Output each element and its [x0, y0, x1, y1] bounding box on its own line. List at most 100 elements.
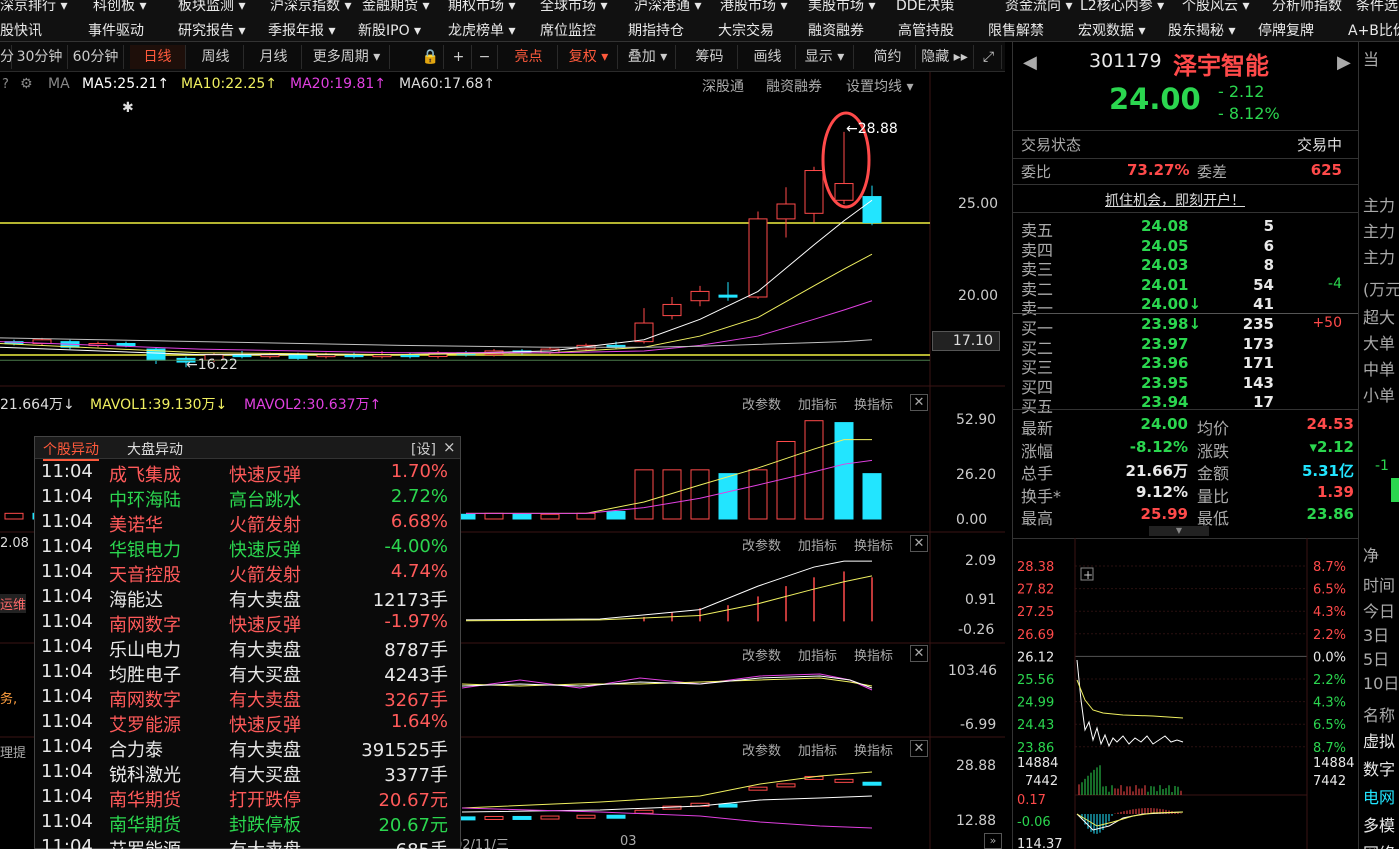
- menu-item[interactable]: 科创板 ▾: [93, 0, 146, 15]
- panel-button[interactable]: 改参数: [742, 645, 781, 664]
- alert-row[interactable]: 11:04 南华期货 打开跌停 20.67元: [35, 786, 460, 811]
- next-stock-icon[interactable]: ▶: [1337, 52, 1351, 73]
- menu-item[interactable]: 股东揭秘 ▾: [1168, 20, 1235, 40]
- panel-button[interactable]: 换指标: [854, 535, 893, 554]
- menu-item[interactable]: 条件选: [1356, 0, 1398, 15]
- toolbar-button[interactable]: 简约: [860, 45, 916, 69]
- menu-item[interactable]: DDE决策: [896, 0, 954, 15]
- toolbar-button[interactable]: 叠加 ▾: [620, 45, 676, 69]
- toolbar-button[interactable]: 分: [0, 45, 14, 69]
- menu-item[interactable]: 沪深港通 ▾: [634, 0, 701, 15]
- panel-button[interactable]: 改参数: [742, 535, 781, 554]
- menu-item[interactable]: 停牌复牌: [1258, 20, 1314, 40]
- orderbook-row[interactable]: 买二 23.97 173: [1013, 335, 1358, 358]
- menu-item[interactable]: 高管持股: [898, 20, 954, 40]
- toolbar-button[interactable]: 画线: [740, 45, 796, 69]
- menu-item[interactable]: 个股风云 ▾: [1182, 0, 1249, 15]
- panel-button[interactable]: 加指标: [798, 535, 837, 554]
- menu-item[interactable]: 沪深京指数 ▾: [270, 0, 351, 15]
- menu-item[interactable]: 板块监测 ▾: [178, 0, 245, 15]
- orderbook-row[interactable]: 卖四 24.05 6: [1013, 237, 1358, 260]
- toolbar-button[interactable]: 月线: [246, 45, 302, 69]
- toolbar-button[interactable]: 复权 ▾: [560, 45, 618, 69]
- orderbook-row[interactable]: 买三 23.96 171: [1013, 354, 1358, 377]
- panel-close-icon[interactable]: ✕: [910, 740, 928, 757]
- alert-row[interactable]: 11:04 海能达 有大卖盘 12173手: [35, 586, 460, 611]
- alert-row[interactable]: 11:04 均胜电子 有大买盘 4243手: [35, 661, 460, 686]
- toolbar-button[interactable]: 周线: [188, 45, 244, 69]
- menu-item[interactable]: 深京排行 ▾: [0, 0, 67, 15]
- panel-button[interactable]: 换指标: [854, 394, 893, 413]
- panel-button[interactable]: 改参数: [742, 740, 781, 759]
- alert-row[interactable]: 11:04 南网数字 快速反弹 -1.97%: [35, 611, 460, 636]
- orderbook-row[interactable]: 卖三 24.03 8: [1013, 256, 1358, 279]
- menu-item[interactable]: 宏观数据 ▾: [1078, 20, 1145, 40]
- menu-item[interactable]: 港股市场 ▾: [720, 0, 787, 15]
- menu-item[interactable]: 大宗交易: [718, 20, 774, 40]
- toolbar-button[interactable]: +: [446, 45, 472, 69]
- orderbook-row[interactable]: 卖二 24.01 54 -4: [1013, 276, 1358, 299]
- alert-row[interactable]: 11:04 华银电力 快速反弹 -4.00%: [35, 536, 460, 561]
- toolbar-button[interactable]: −: [472, 45, 498, 69]
- orderbook-row[interactable]: 买一 23.98↓ 235 +50: [1013, 315, 1358, 338]
- toolbar-button[interactable]: 60分钟: [68, 45, 124, 69]
- gear-icon[interactable]: ⚙: [20, 76, 33, 92]
- alert-row[interactable]: 11:04 成飞集成 快速反弹 1.70%: [35, 461, 460, 486]
- menu-item[interactable]: 期权市场 ▾: [448, 0, 515, 15]
- alert-row[interactable]: 11:04 合力泰 有大卖盘 391525手: [35, 736, 460, 761]
- panel-button[interactable]: 加指标: [798, 645, 837, 664]
- link-margin[interactable]: 融资融券: [766, 76, 822, 96]
- menu-item[interactable]: A+B比价: [1348, 20, 1399, 40]
- menu-item[interactable]: 期指持仓: [628, 20, 684, 40]
- orderbook-row[interactable]: 卖五 24.08 5: [1013, 217, 1358, 240]
- menu-item[interactable]: 研究报告 ▾: [178, 20, 245, 40]
- alert-row[interactable]: 11:04 南网数字 有大卖盘 3267手: [35, 686, 460, 711]
- alert-row[interactable]: 11:04 乐山电力 有大卖盘 8787手: [35, 636, 460, 661]
- tab-stock-alerts[interactable]: 个股异动: [43, 439, 99, 461]
- scroll-right-icon[interactable]: »: [984, 833, 1002, 849]
- prev-stock-icon[interactable]: ◀: [1023, 52, 1037, 73]
- open-account-ad[interactable]: 抓住机会，即刻开户！: [1105, 190, 1245, 210]
- alert-row[interactable]: 11:04 天音控股 火箭发射 4.74%: [35, 561, 460, 586]
- help-icon[interactable]: ?: [2, 77, 9, 92]
- alert-row[interactable]: 11:04 中环海陆 高台跳水 2.72%: [35, 486, 460, 511]
- set-ma-button[interactable]: 设置均线 ▾: [846, 76, 913, 96]
- expand-handle[interactable]: ▼: [1149, 526, 1209, 536]
- popup-settings-button[interactable]: [设]: [411, 439, 436, 459]
- panel-button[interactable]: 改参数: [742, 394, 781, 413]
- panel-close-icon[interactable]: ✕: [910, 535, 928, 552]
- panel-button[interactable]: 加指标: [798, 740, 837, 759]
- menu-item[interactable]: 事件驱动: [88, 20, 144, 40]
- toolbar-button[interactable]: 🔒: [418, 45, 444, 69]
- toolbar-button[interactable]: 日线: [130, 45, 186, 69]
- menu-item[interactable]: 金融期货 ▾: [362, 0, 429, 15]
- toolbar-button[interactable]: 30分钟: [12, 45, 68, 69]
- menu-item[interactable]: 分析师指数: [1272, 0, 1342, 15]
- menu-item[interactable]: 融资融券: [808, 20, 864, 40]
- close-icon[interactable]: ×: [443, 438, 456, 456]
- tab-market-alerts[interactable]: 大盘异动: [127, 439, 183, 459]
- menu-item[interactable]: 美股市场 ▾: [808, 0, 875, 15]
- alert-row[interactable]: 11:04 艾罗能源 快速反弹 1.64%: [35, 711, 460, 736]
- panel-close-icon[interactable]: ✕: [910, 394, 928, 411]
- menu-item[interactable]: 季报年报 ▾: [268, 20, 335, 40]
- menu-item[interactable]: 席位监控: [540, 20, 596, 40]
- alert-row[interactable]: 11:04 南华期货 封跌停板 20.67元: [35, 811, 460, 836]
- menu-item[interactable]: L2核心内参 ▾: [1080, 0, 1164, 15]
- alert-row[interactable]: 11:04 美诺华 火箭发射 6.68%: [35, 511, 460, 536]
- toolbar-button[interactable]: 显示 ▾: [796, 45, 854, 69]
- toolbar-button[interactable]: 隐藏 ▸▸: [916, 45, 974, 69]
- menu-item[interactable]: 新股IPO ▾: [358, 20, 421, 40]
- menu-item[interactable]: 股快讯: [0, 20, 42, 40]
- link-shengutong[interactable]: 深股通: [702, 76, 744, 96]
- intraday-chart-svg[interactable]: 28.38 8.7% 27.82 6.5% 27.25 4.3% 26.69 2.2% 26.1…: [1013, 538, 1358, 849]
- event-marker-icon[interactable]: ✱: [122, 100, 134, 116]
- menu-item[interactable]: 全球市场 ▾: [540, 0, 607, 15]
- orderbook-row[interactable]: 买四 23.95 143: [1013, 374, 1358, 397]
- panel-button[interactable]: 加指标: [798, 394, 837, 413]
- panel-close-icon[interactable]: ✕: [910, 645, 928, 662]
- toolbar-button[interactable]: ⤢: [976, 45, 1002, 69]
- panel-button[interactable]: 换指标: [854, 740, 893, 759]
- orderbook-row[interactable]: 买五 23.94 17: [1013, 393, 1358, 416]
- menu-item[interactable]: 龙虎榜单 ▾: [448, 20, 515, 40]
